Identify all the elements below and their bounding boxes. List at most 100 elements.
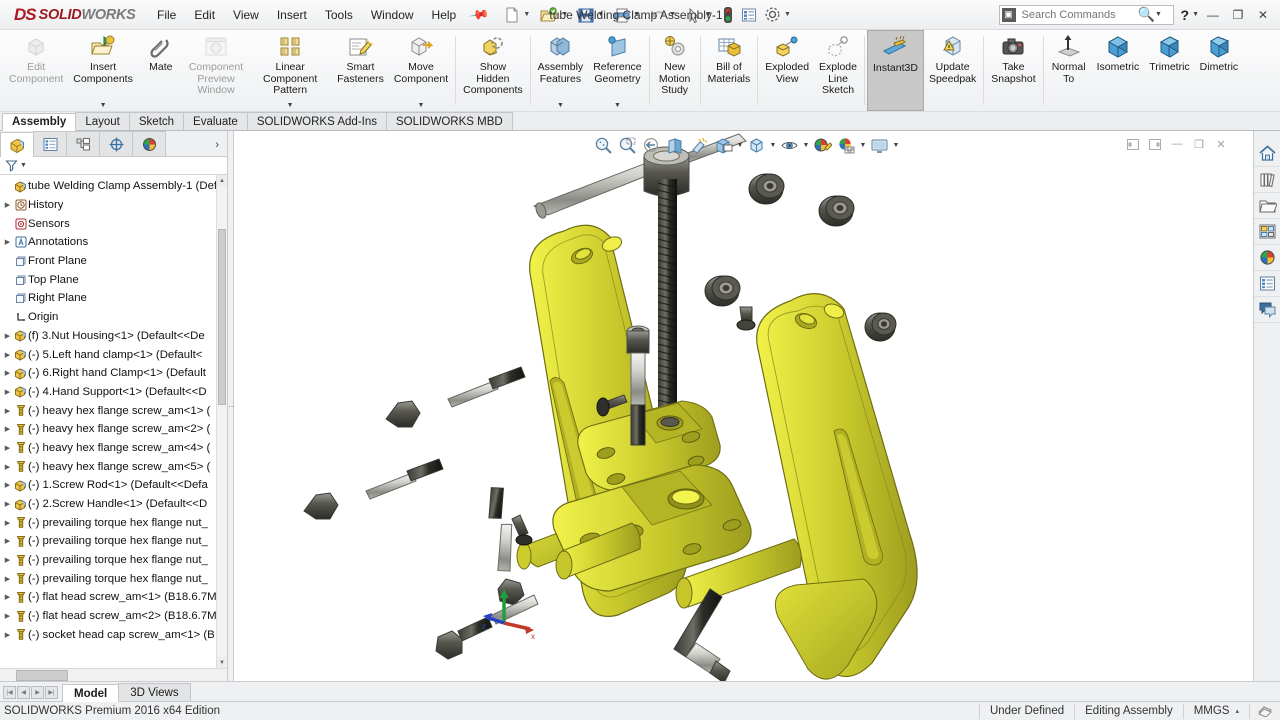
menu-file[interactable]: File (148, 4, 185, 26)
search-commands-box[interactable]: ▣ 🔍 ▼ (998, 4, 1174, 25)
feature-tree-item[interactable]: ▶ (-) flat head screw_am<1> (B18.6.7M (0, 588, 227, 607)
menu-edit[interactable]: Edit (185, 4, 224, 26)
view-toolbar-view-settings[interactable] (868, 134, 891, 156)
feature-tree-item[interactable]: ▶ (-) prevailing torque hex flange nut_ (0, 513, 227, 532)
heavy-hex-flange-screw-1[interactable] (385, 366, 526, 428)
property-manager-tab[interactable] (33, 131, 67, 156)
chevron-down-icon[interactable]: ▼ (859, 142, 867, 149)
chevron-right-icon[interactable]: ▶ (2, 537, 13, 545)
chevron-down-icon[interactable]: ▼ (705, 11, 712, 18)
feature-tree-item[interactable]: ▶ (-) heavy hex flange screw_am<5> ( (0, 457, 227, 476)
chevron-down-icon[interactable]: ▼ (523, 11, 530, 18)
feature-tree-item[interactable]: ▶ (-) 5.Left hand clamp<1> (Default< (0, 345, 227, 364)
chevron-right-icon[interactable]: ▶ (2, 463, 13, 471)
new-document-button[interactable]: ▼ (501, 3, 536, 27)
view-toolbar-apply-scene[interactable] (835, 134, 858, 156)
task-pane-appearances[interactable] (1254, 245, 1280, 271)
ribbon-button-trimetric[interactable]: Trimetric (1144, 30, 1194, 111)
chevron-down-icon[interactable]: ▼ (784, 11, 791, 18)
feature-tree-item[interactable]: ▶ History (0, 196, 227, 215)
ribbon-button-linear-component-pattern[interactable]: Linear Component Pattern ▼ (248, 30, 332, 111)
task-pane-view-palette[interactable] (1254, 219, 1280, 245)
feature-tree-item[interactable]: ▶ (-) prevailing torque hex flange nut_ (0, 551, 227, 570)
view-toolbar-zoom-to-fit[interactable] (592, 134, 615, 156)
chevron-right-icon[interactable]: ▶ (2, 593, 13, 601)
menu-view[interactable]: View (224, 4, 268, 26)
first-tab-button[interactable]: |◀ (3, 686, 16, 699)
open-document-button[interactable]: ▼ (537, 3, 574, 27)
save-document-button[interactable]: ▼ (575, 3, 610, 27)
task-pane-custom-properties[interactable] (1254, 271, 1280, 297)
ribbon-button-dimetric[interactable]: Dimetric (1195, 30, 1244, 111)
chevron-down-icon[interactable]: ▼ (597, 11, 604, 18)
help-button[interactable]: ? (1181, 7, 1190, 23)
expand-panel-arrow[interactable]: › (215, 139, 227, 156)
chevron-down-icon[interactable]: ▼ (892, 142, 900, 149)
prevailing-torque-hex-flange-nut-3[interactable] (704, 275, 741, 307)
chevron-right-icon[interactable]: ▶ (2, 369, 13, 377)
task-pane-design-library[interactable] (1254, 167, 1280, 193)
chevron-down-icon[interactable]: ▼ (287, 102, 294, 111)
feature-tree-item[interactable]: ▶ (-) 6.Right hand Clamp<1> (Default (0, 364, 227, 383)
chevron-down-icon[interactable]: ▼ (633, 11, 640, 18)
command-tab-solidworks-add-ins[interactable]: SOLIDWORKS Add-Ins (246, 112, 387, 130)
feature-tree-item[interactable]: Front Plane (0, 252, 227, 271)
view-toolbar-section-view[interactable] (664, 134, 687, 156)
command-tab-sketch[interactable]: Sketch (128, 112, 185, 130)
chevron-down-icon[interactable]: ▼ (1155, 11, 1162, 18)
ribbon-button-new-motion-study[interactable]: New Motion Study (652, 30, 698, 111)
ribbon-button-smart-fasteners[interactable]: Smart Fasteners (332, 30, 389, 111)
graphics-area[interactable]: ▼ ▼ ▼ ▼ ▼ — ❐ ✕ x z (234, 131, 1253, 681)
chevron-right-icon[interactable]: ▶ (2, 388, 13, 396)
view-toolbar-view-orientation-dynamic[interactable] (688, 134, 711, 156)
chevron-down-icon[interactable]: ▼ (669, 11, 676, 18)
chevron-down-icon[interactable]: ▼ (802, 142, 810, 149)
feature-tree-item[interactable]: Right Plane (0, 289, 227, 308)
menu-tools[interactable]: Tools (316, 4, 362, 26)
chevron-right-icon[interactable]: ▶ (2, 500, 13, 508)
ribbon-button-exploded-view[interactable]: Exploded View (760, 30, 814, 111)
ribbon-button-reference-geometry[interactable]: Reference Geometry ▼ (588, 30, 646, 111)
ribbon-button-mate[interactable]: Mate (138, 30, 184, 111)
configuration-manager-tab[interactable] (66, 131, 100, 156)
feature-tree-hscrollbar[interactable] (0, 668, 227, 681)
options-list-button[interactable] (738, 3, 760, 27)
feature-tree-item[interactable]: ▶ (-) heavy hex flange screw_am<2> ( (0, 420, 227, 439)
chevron-right-icon[interactable]: ▶ (2, 631, 13, 639)
chevron-right-icon[interactable]: ▶ (2, 519, 13, 527)
heavy-hex-flange-screw-2[interactable] (303, 458, 444, 520)
feature-tree-item[interactable]: ▶ (-) socket head cap screw_am<1> (B (0, 626, 227, 645)
chevron-down-icon[interactable]: ▼ (614, 102, 621, 111)
command-tab-solidworks-mbd[interactable]: SOLIDWORKS MBD (385, 112, 513, 130)
chevron-right-icon[interactable]: ▶ (2, 556, 13, 564)
previous-tab-button[interactable]: ◀ (17, 686, 30, 699)
menu-insert[interactable]: Insert (268, 4, 316, 26)
ribbon-button-explode-line-sketch[interactable]: Explode Line Sketch (814, 30, 862, 111)
view-toolbar-display-style[interactable] (745, 134, 768, 156)
chevron-down-icon[interactable]: ▼ (561, 11, 568, 18)
chevron-right-icon[interactable]: ▶ (2, 238, 13, 246)
command-tab-evaluate[interactable]: Evaluate (183, 112, 248, 130)
scroll-down-arrow[interactable]: ▼ (217, 657, 227, 668)
command-tab-assembly[interactable]: Assembly (2, 113, 77, 131)
chevron-right-icon[interactable]: ▶ (2, 481, 13, 489)
menu-window[interactable]: Window (362, 4, 423, 26)
feature-tree-item[interactable]: ▶ (f) 3.Nut Housing<1> (Default<<De (0, 327, 227, 346)
prevailing-torque-hex-flange-nut-1[interactable] (748, 173, 785, 205)
view-toolbar-previous-view[interactable] (640, 134, 663, 156)
pushpin-icon[interactable]: 📌 (468, 3, 491, 25)
prevailing-torque-hex-flange-nut-2[interactable] (818, 195, 855, 227)
scroll-up-arrow[interactable]: ▲ (217, 175, 227, 186)
feature-tree-item[interactable]: ▶ Annotations (0, 233, 227, 252)
task-pane-resources[interactable] (1254, 141, 1280, 167)
ribbon-button-take-snapshot[interactable]: Take Snapshot (986, 30, 1040, 111)
chevron-right-icon[interactable]: ▶ (2, 425, 13, 433)
search-input[interactable] (1019, 7, 1138, 22)
chevron-down-icon[interactable]: ▼ (418, 102, 425, 111)
close-window-button[interactable]: ✕ (1252, 5, 1274, 25)
feature-tree[interactable]: tube Welding Clamp Assembly-1 (Defa ▶ Hist… (0, 175, 227, 668)
feature-tree-item[interactable]: ▶ (-) prevailing torque hex flange nut_ (0, 569, 227, 588)
chevron-down-icon[interactable]: ▼ (20, 162, 27, 169)
view-toolbar-view-orientation[interactable] (712, 134, 735, 156)
chevron-down-icon[interactable]: ▼ (736, 142, 744, 149)
